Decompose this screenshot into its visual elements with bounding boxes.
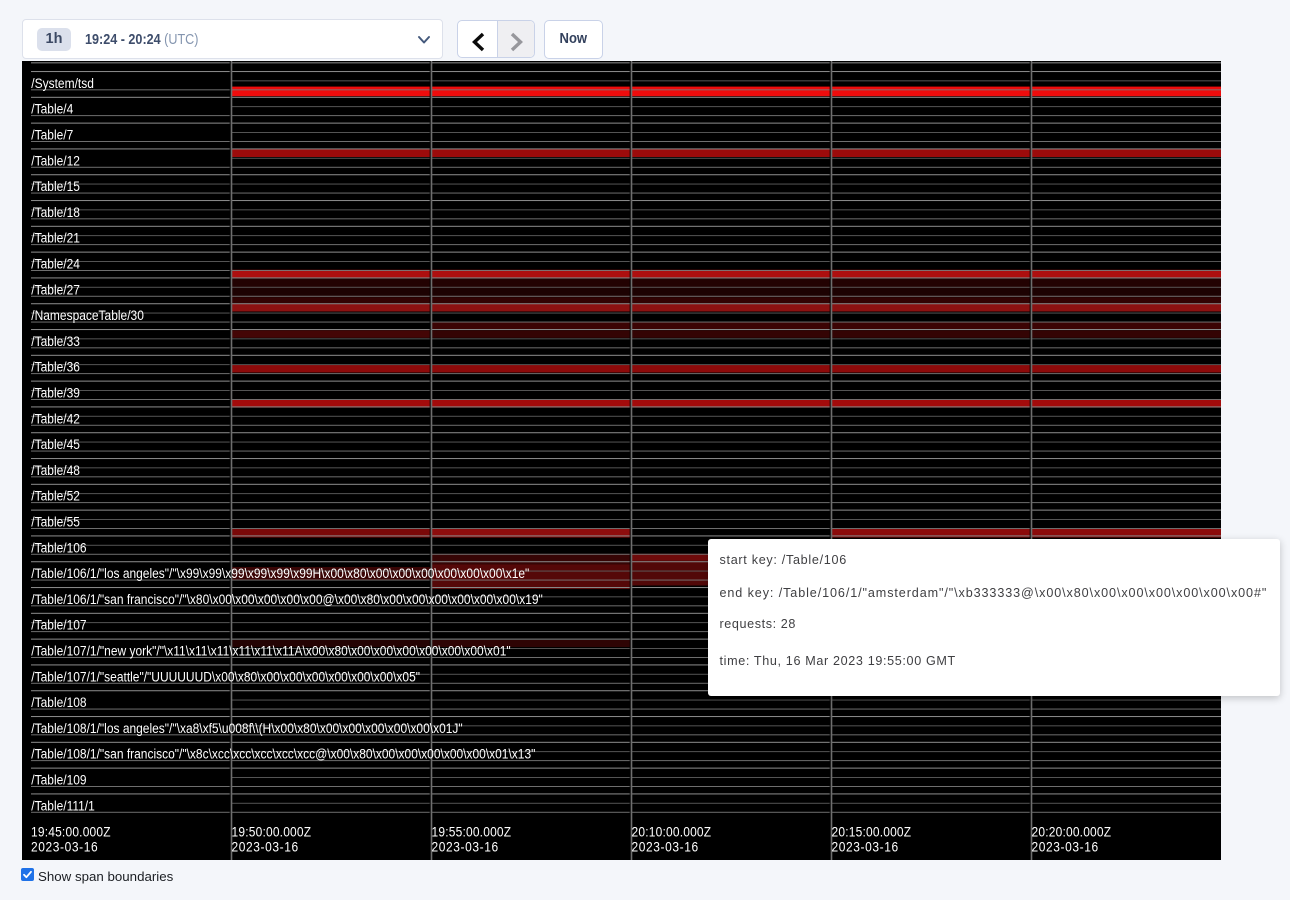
svg-text:/Table/107: /Table/107 (31, 617, 86, 633)
svg-text:2023-03-16: 2023-03-16 (232, 839, 299, 855)
svg-text:/Table/27: /Table/27 (31, 282, 80, 298)
svg-text:2023-03-16: 2023-03-16 (432, 839, 499, 855)
svg-text:/Table/108/1/"los angeles"/"\x: /Table/108/1/"los angeles"/"\xa8\xf5\u00… (31, 720, 463, 736)
svg-text:20:10:00.000Z: 20:10:00.000Z (632, 824, 712, 840)
svg-text:/Table/55: /Table/55 (31, 514, 80, 530)
svg-text:/Table/39: /Table/39 (31, 385, 80, 401)
svg-text:19:50:00.000Z: 19:50:00.000Z (232, 824, 312, 840)
svg-text:/System/tsd: /System/tsd (31, 75, 94, 91)
svg-text:/Table/21: /Table/21 (31, 230, 80, 246)
svg-text:2023-03-16: 2023-03-16 (832, 839, 899, 855)
svg-text:/Table/18: /Table/18 (31, 204, 80, 220)
svg-text:/Table/4: /Table/4 (31, 101, 73, 117)
svg-text:20:15:00.000Z: 20:15:00.000Z (832, 824, 912, 840)
svg-text:/Table/24: /Table/24 (31, 256, 80, 272)
svg-text:/Table/106/1/"los angeles"/"\x: /Table/106/1/"los angeles"/"\x99\x99\x99… (31, 565, 529, 581)
svg-text:/Table/109: /Table/109 (31, 772, 86, 788)
svg-text:/Table/107/1/"seattle"/"UUUUUU: /Table/107/1/"seattle"/"UUUUUUD\x00\x80\… (31, 669, 420, 685)
svg-text:/Table/15: /Table/15 (31, 178, 80, 194)
svg-text:19:45:00.000Z: 19:45:00.000Z (31, 824, 111, 840)
svg-text:2023-03-16: 2023-03-16 (31, 839, 98, 855)
svg-text:/Table/111/1: /Table/111/1 (31, 798, 95, 814)
svg-text:/Table/42: /Table/42 (31, 411, 80, 427)
svg-text:/Table/106: /Table/106 (31, 540, 86, 556)
svg-text:2023-03-16: 2023-03-16 (632, 839, 699, 855)
svg-text:/Table/36: /Table/36 (31, 359, 80, 375)
svg-text:/NamespaceTable/30: /NamespaceTable/30 (31, 307, 144, 323)
svg-text:2023-03-16: 2023-03-16 (1032, 839, 1099, 855)
svg-text:/Table/107/1/"new york"/"\x11\: /Table/107/1/"new york"/"\x11\x11\x11\x1… (31, 643, 511, 659)
svg-text:/Table/33: /Table/33 (31, 333, 80, 349)
svg-text:/Table/45: /Table/45 (31, 436, 80, 452)
svg-text:/Table/52: /Table/52 (31, 488, 80, 504)
svg-text:/Table/108: /Table/108 (31, 694, 86, 710)
svg-text:20:20:00.000Z: 20:20:00.000Z (1032, 824, 1112, 840)
svg-text:/Table/108/1/"san francisco"/": /Table/108/1/"san francisco"/"\x8c\xcc\x… (31, 746, 535, 762)
svg-text:/Table/7: /Table/7 (31, 127, 73, 143)
svg-text:/Table/12: /Table/12 (31, 153, 80, 169)
svg-text:19:55:00.000Z: 19:55:00.000Z (432, 824, 512, 840)
svg-text:/Table/106/1/"san francisco"/": /Table/106/1/"san francisco"/"\x80\x00\x… (31, 591, 543, 607)
svg-text:/Table/48: /Table/48 (31, 462, 80, 478)
